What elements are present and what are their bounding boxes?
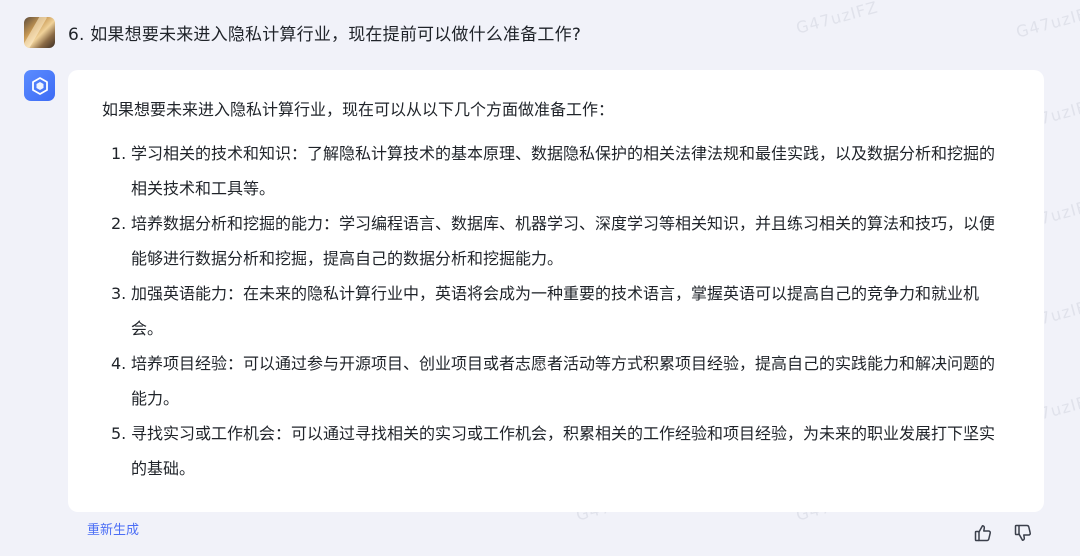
list-item: 5. 寻找实习或工作机会：可以通过寻找相关的实习或工作机会，积累相关的工作经验和项… — [102, 416, 1010, 486]
list-item-text: 学习相关的技术和知识：了解隐私计算技术的基本原理、数据隐私保护的相关法律法规和最… — [131, 144, 996, 198]
answer-card: 如果想要未来进入隐私计算行业，现在可以从以下几个方面做准备工作： 1. 学习相关的… — [68, 70, 1044, 512]
user-message: 6. 如果想要未来进入隐私计算行业，现在提前可以做什么准备工作? — [24, 14, 581, 50]
watermark: G47uzIFZ — [793, 0, 881, 38]
list-item-text: 培养项目经验：可以通过参与开源项目、创业项目或者志愿者活动等方式积累项目经验，提… — [131, 354, 996, 408]
list-item-number: 2. — [111, 214, 127, 233]
answer-list: 1. 学习相关的技术和知识：了解隐私计算技术的基本原理、数据隐私保护的相关法律法规… — [102, 136, 1010, 486]
thumbs-up-icon[interactable] — [972, 522, 994, 544]
thumbs-down-icon[interactable] — [1012, 522, 1034, 544]
list-item: 1. 学习相关的技术和知识：了解隐私计算技术的基本原理、数据隐私保护的相关法律法规… — [102, 136, 1010, 206]
list-item: 2. 培养数据分析和挖掘的能力：学习编程语言、数据库、机器学习、深度学习等相关知识… — [102, 206, 1010, 276]
list-item-number: 4. — [111, 354, 127, 373]
question-text: 6. 如果想要未来进入隐私计算行业，现在提前可以做什么准备工作? — [68, 24, 582, 45]
cube-logo-icon — [31, 76, 48, 95]
regenerate-button[interactable]: 重新生成 — [87, 519, 139, 538]
list-item-text: 加强英语能力：在未来的隐私计算行业中，英语将会成为一种重要的技术语言，掌握英语可… — [131, 284, 980, 338]
bot-avatar — [24, 70, 55, 101]
list-item-number: 3. — [111, 284, 127, 303]
list-item: 3. 加强英语能力：在未来的隐私计算行业中，英语将会成为一种重要的技术语言，掌握英… — [102, 276, 1010, 346]
user-avatar — [24, 16, 55, 48]
answer-intro: 如果想要未来进入隐私计算行业，现在可以从以下几个方面做准备工作： — [102, 100, 615, 119]
list-item-text: 寻找实习或工作机会：可以通过寻找相关的实习或工作机会，积累相关的工作经验和项目经… — [131, 424, 996, 478]
list-item-number: 1. — [111, 144, 127, 163]
feedback-group — [972, 522, 1034, 544]
watermark: G47uzIFZ — [1013, 1, 1080, 42]
list-item-number: 5. — [111, 424, 127, 443]
list-item-text: 培养数据分析和挖掘的能力：学习编程语言、数据库、机器学习、深度学习等相关知识，并… — [131, 214, 996, 268]
list-item: 4. 培养项目经验：可以通过参与开源项目、创业项目或者志愿者活动等方式积累项目经验… — [102, 346, 1010, 416]
